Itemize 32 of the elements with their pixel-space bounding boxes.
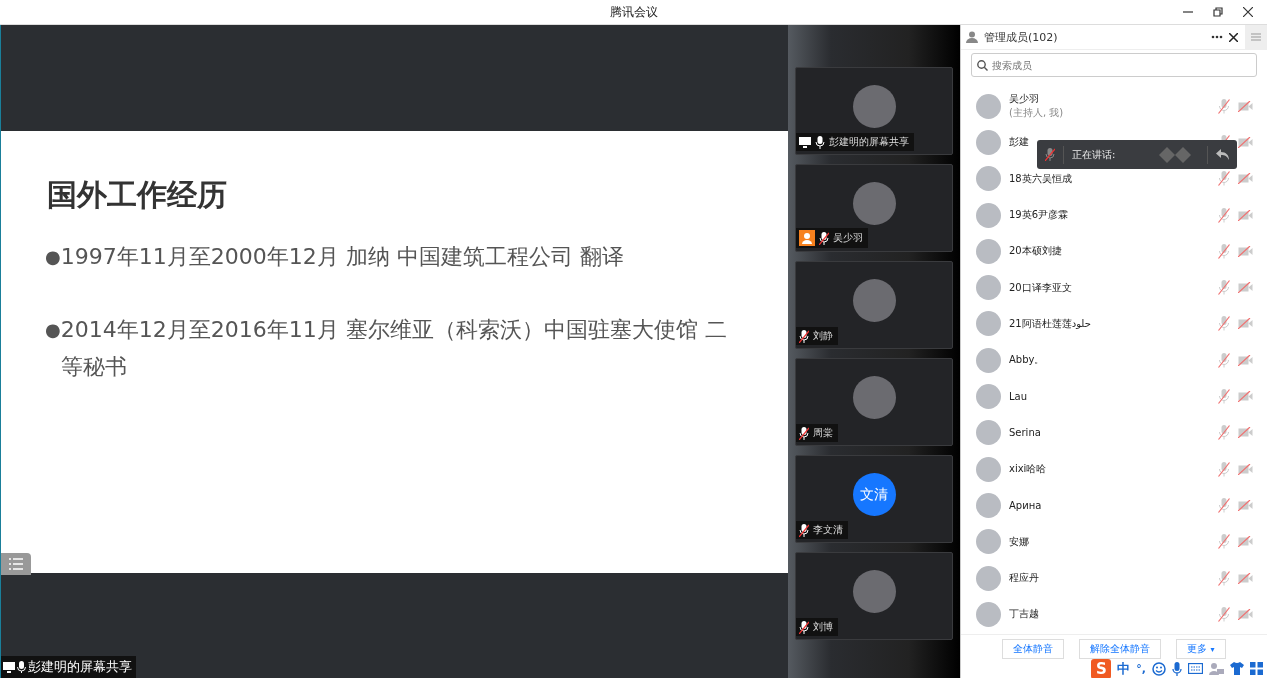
- share-label: 彭建明的屏幕共享: [28, 658, 132, 676]
- participant-name: 李文清: [813, 523, 843, 537]
- member-name: 19英6尹彦霖: [1009, 208, 1070, 223]
- bullet-marker: ●: [45, 245, 61, 269]
- member-name: Serina: [1009, 427, 1042, 439]
- member-name: 20本硕刘捷: [1009, 244, 1063, 259]
- bullet-marker: ●: [45, 318, 61, 342]
- participant-name: 彭建明的屏幕共享: [829, 135, 909, 149]
- participant-name: 刘静: [813, 329, 833, 343]
- member-name: 彭建: [1009, 135, 1030, 150]
- initials-avatar: 文清: [852, 473, 896, 516]
- panel-title: 管理成员(102): [984, 29, 1059, 45]
- member-name: 20口译李亚文: [1009, 280, 1073, 295]
- member-name: Lau: [1009, 391, 1029, 402]
- slide-title: 国外工作经历: [47, 176, 228, 214]
- member-role: (主持人, 我): [1009, 106, 1065, 121]
- bullet-text: 2014年12月至2016年11月 塞尔维亚（科索沃）中国驻塞大使馆 二等秘书: [60, 316, 728, 381]
- member-name: Арина: [1009, 499, 1043, 511]
- member-name: 18英六吴恒成: [1009, 171, 1073, 186]
- member-name: xixi哈哈: [1009, 462, 1048, 477]
- participant-name: 刘博: [813, 620, 833, 634]
- window-title: 腾讯会议: [609, 3, 658, 21]
- member-name: 丁吉越: [1009, 607, 1040, 622]
- member-name: 吴少羽: [1009, 92, 1040, 107]
- member-name: 21阿语杜莲莲حلود: [1009, 316, 1092, 331]
- member-name: Abby。: [1009, 353, 1046, 368]
- bullet-text: 1997年11月至2000年12月 加纳 中国建筑工程公司 翻译: [60, 243, 624, 271]
- member-name: 安娜: [1009, 534, 1030, 549]
- speaking-label: 正在讲话:: [1072, 147, 1117, 162]
- participant-name: 周棠: [813, 426, 833, 440]
- participant-name: 吴少羽: [833, 231, 863, 245]
- member-name: 程应丹: [1009, 571, 1040, 585]
